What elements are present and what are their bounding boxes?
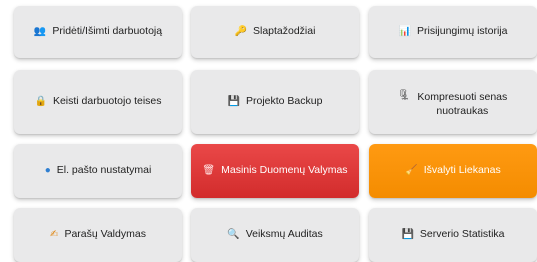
compress-photos-button[interactable]: 🗜 Kompresuoti senas nuotraukas bbox=[369, 70, 537, 134]
bar-chart-icon: 📊 bbox=[398, 26, 411, 37]
tile-label: Masinis Duomenų Valymas bbox=[221, 164, 348, 177]
tile-label: Pridėti/Išimti darbuotoją bbox=[52, 25, 163, 38]
tile-label: Keisti darbuotojo teises bbox=[52, 95, 162, 108]
admin-tools-grid: 👥 Pridėti/Išimti darbuotoją 🔑 Slaptažodž… bbox=[0, 0, 537, 262]
tile-label: Kompresuoti senas nuotraukas bbox=[417, 91, 508, 117]
mass-data-cleanup-button[interactable]: 🗑 Masinis Duomenų Valymas bbox=[191, 144, 359, 198]
tile-label: Išvalyti Liekanas bbox=[423, 164, 501, 177]
server-statistics-button[interactable]: 💾 Serverio Statistika bbox=[369, 208, 537, 262]
trash-icon: 🗑 bbox=[202, 165, 216, 176]
email-settings-button[interactable]: ● El. pašto nustatymai bbox=[14, 144, 182, 198]
lock-icon: 🔒 bbox=[34, 96, 47, 107]
action-audit-button[interactable]: 🔍 Veiksmų Auditas bbox=[191, 208, 359, 262]
tile-label: Parašų Valdymas bbox=[64, 228, 146, 241]
login-history-button[interactable]: 📊 Prisijungimų istorija bbox=[369, 6, 537, 58]
email-icon: ● bbox=[44, 165, 51, 176]
writing-hand-icon: ✍ bbox=[50, 229, 59, 240]
key-icon: 🔑 bbox=[234, 26, 247, 37]
floppy-disk-icon: 💾 bbox=[227, 96, 240, 107]
tile-label: Prisijungimų istorija bbox=[417, 25, 508, 38]
people-icon: 👥 bbox=[33, 26, 47, 37]
magnifier-icon: 🔍 bbox=[227, 229, 240, 240]
tile-label: Slaptažodžiai bbox=[252, 25, 316, 38]
tile-label: Projekto Backup bbox=[245, 95, 323, 108]
passwords-button[interactable]: 🔑 Slaptažodžiai bbox=[191, 6, 359, 58]
floppy-disk-icon: 💾 bbox=[401, 229, 414, 240]
tile-label: Serverio Statistika bbox=[419, 228, 505, 241]
clamp-icon: 🗜 bbox=[397, 90, 411, 101]
tile-label: El. pašto nustatymai bbox=[56, 164, 152, 177]
project-backup-button[interactable]: 💾 Projekto Backup bbox=[191, 70, 359, 134]
clean-leftovers-button[interactable]: 🧹 Išvalyti Liekanas bbox=[369, 144, 537, 198]
tile-label: Veiksmų Auditas bbox=[245, 228, 323, 241]
change-permissions-button[interactable]: 🔒 Keisti darbuotojo teises bbox=[14, 70, 182, 134]
add-remove-employee-button[interactable]: 👥 Pridėti/Išimti darbuotoją bbox=[14, 6, 182, 58]
broom-icon: 🧹 bbox=[405, 165, 418, 176]
signature-management-button[interactable]: ✍ Parašų Valdymas bbox=[14, 208, 182, 262]
